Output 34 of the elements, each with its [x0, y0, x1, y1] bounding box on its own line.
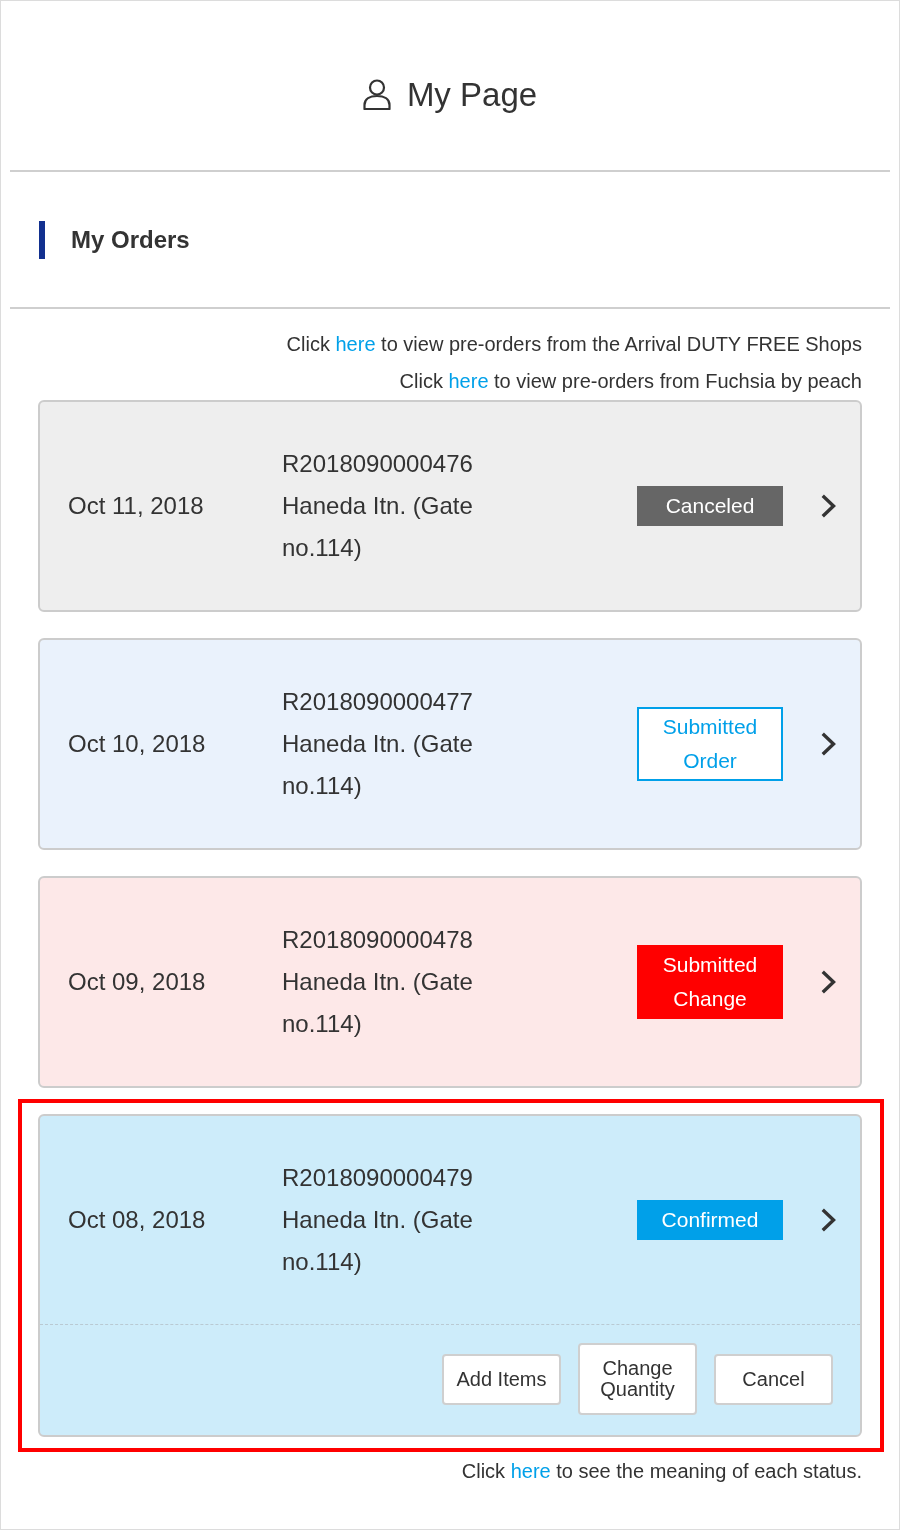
page-title: My Page — [406, 75, 538, 114]
accent-bar — [39, 220, 45, 259]
order-date: Oct 09, 2018 — [68, 968, 207, 996]
chevron-right-icon — [821, 494, 837, 518]
action-button[interactable]: Change Quantity — [578, 1343, 697, 1415]
status-badge: Submitted Order — [637, 707, 783, 781]
order-number: R2018090000477 — [282, 687, 474, 717]
pickup-location: Haneda Itn. (Gate no.114) — [282, 491, 474, 563]
chevron-right-icon — [821, 732, 837, 756]
order-card[interactable]: Oct 09, 2018 R2018090000478 Haneda Itn. (Gate no.114) Submitted Change — [38, 876, 862, 1088]
order-number: R2018090000476 — [282, 449, 474, 479]
order-card[interactable]: Oct 08, 2018 R2018090000479 Haneda Itn. (Gate no.114) Confirmed Add Items Change Quantity Cancel — [38, 1114, 862, 1437]
chevron-right-icon — [821, 1208, 837, 1232]
order-date: Oct 10, 2018 — [68, 730, 207, 758]
section-title: My Orders — [71, 225, 190, 254]
status-badge: Canceled — [637, 486, 783, 526]
order-number: R2018090000478 — [282, 925, 474, 955]
order-date: Oct 11, 2018 — [68, 492, 205, 520]
notice-text: Click here to view pre-orders from Fuchsia by peach — [399, 369, 862, 394]
pickup-location: Haneda Itn. (Gate no.114) — [282, 967, 474, 1039]
order-card[interactable]: Oct 10, 2018 R2018090000477 Haneda Itn. (Gate no.114) Submitted Order — [38, 638, 862, 850]
status-badge: Submitted Change — [637, 945, 783, 1019]
notice-text: Click here to view pre-orders from the Arrival DUTY FREE Shops — [286, 332, 862, 357]
pickup-location: Haneda Itn. (Gate no.114) — [282, 1205, 474, 1277]
notice-text: Click here to see the meaning of each status. — [461, 1459, 862, 1484]
person-icon — [362, 79, 391, 110]
order-card[interactable]: Oct 11, 2018 R2018090000476 Haneda Itn. (Gate no.114) Canceled — [38, 400, 862, 612]
status-badge: Confirmed — [637, 1200, 783, 1240]
action-button[interactable]: Add Items — [442, 1353, 561, 1405]
pickup-location: Haneda Itn. (Gate no.114) — [282, 729, 474, 801]
chevron-right-icon — [821, 970, 837, 994]
action-button[interactable]: Cancel — [714, 1353, 833, 1405]
order-number: R2018090000479 — [282, 1163, 474, 1193]
order-date: Oct 08, 2018 — [68, 1206, 207, 1234]
